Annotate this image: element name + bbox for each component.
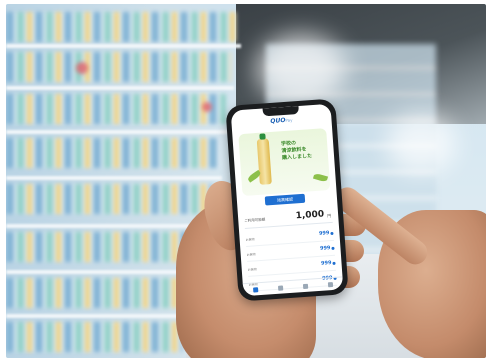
price-tag [76, 62, 88, 74]
light-glare [386, 114, 456, 174]
phone-screen[interactable]: QUOPay 学校の 清涼飲料を 購入しました 残高確認 ご利用可能額 1,00… [230, 103, 344, 297]
bottle-icon [256, 138, 272, 185]
balance-check-button[interactable]: 残高確認 [264, 193, 306, 206]
promo-banner[interactable]: 学校の 清涼飲料を 購入しました [238, 128, 331, 197]
balance-unit: 円 [327, 212, 332, 219]
app-logo-sub: Pay [285, 117, 293, 123]
shelf-row [6, 232, 202, 262]
banner-text: 学校の 清涼飲料を 購入しました [281, 139, 316, 162]
balance-value: 1,000 [295, 209, 325, 222]
history-dot-icon [331, 246, 335, 251]
shelf-edge [6, 270, 204, 274]
shelf-row [6, 184, 212, 214]
shelf-edge [6, 314, 194, 318]
history-amount: 999 [320, 260, 332, 267]
shelf-row [6, 138, 220, 168]
history-amount: 999 [318, 230, 330, 237]
shelf-row [6, 12, 236, 42]
pay-icon[interactable] [302, 283, 309, 289]
leaf-icon [312, 172, 329, 183]
app-logo-mark: QUO [270, 116, 286, 125]
light-glare [256, 34, 346, 104]
shelf-row [6, 94, 226, 124]
history-dot-icon [330, 231, 334, 236]
shelf-edge [6, 44, 241, 48]
shelf-edge [6, 176, 222, 180]
history-label: お買物 [245, 237, 255, 242]
store-aisle-photo: QUOPay 学校の 清涼飲料を 購入しました 残高確認 ご利用可能額 1,00… [6, 4, 486, 358]
history-label: お買物 [246, 252, 256, 257]
shelf-row [6, 278, 192, 308]
smartphone: QUOPay 学校の 清涼飲料を 購入しました 残高確認 ご利用可能額 1,00… [225, 98, 349, 302]
history-label: お買物 [247, 267, 257, 272]
settings-icon[interactable] [327, 281, 334, 287]
price-tag [202, 102, 212, 112]
shelf-edge [6, 86, 234, 90]
history-dot-icon [332, 261, 336, 265]
history-amount: 999 [319, 245, 331, 252]
shelf-edge [6, 224, 214, 228]
phone-notch [262, 105, 300, 117]
shelf-row [6, 52, 231, 82]
home-icon[interactable] [252, 286, 259, 293]
history-icon[interactable] [277, 284, 284, 291]
banner-line: 購入しました [281, 153, 313, 162]
shelf-row [6, 322, 182, 352]
balance-label: ご利用可能額 [244, 217, 266, 224]
shelf-edge [6, 130, 228, 134]
